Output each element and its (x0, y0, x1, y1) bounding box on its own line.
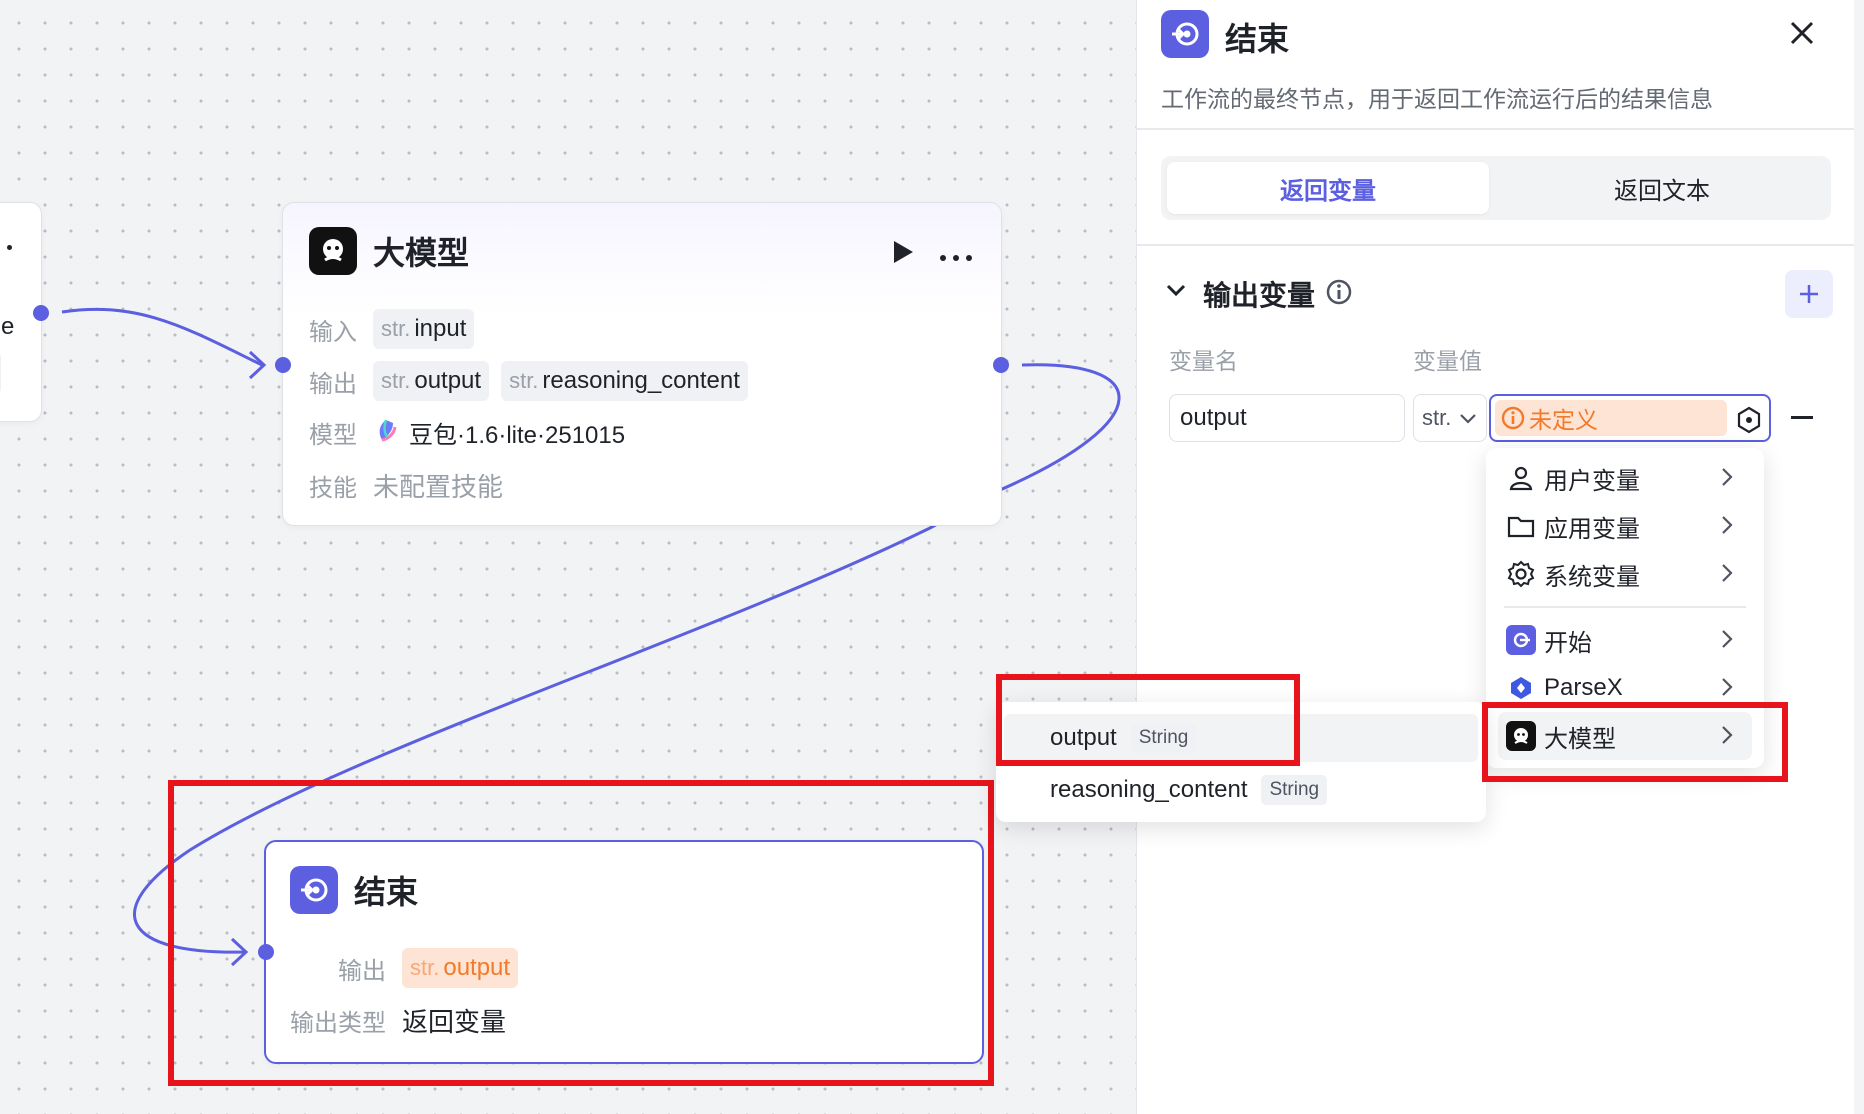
divider (1137, 244, 1854, 246)
menu-item-start-node[interactable]: 开始 (1498, 616, 1752, 664)
menu-item-label: 开始 (1544, 629, 1592, 657)
submenu-item-reasoning-content[interactable]: reasoning_content String (1004, 766, 1478, 814)
model-name: 豆包·1.6·lite·251015 (409, 422, 626, 449)
variable-type-value: str. (1422, 405, 1452, 430)
add-variable-button[interactable] (1785, 270, 1833, 318)
gear-icon (1506, 559, 1536, 589)
section-title: 输出变量 (1203, 280, 1316, 311)
info-icon[interactable] (1325, 278, 1353, 311)
reasoning-var-tag: str. reasoning_content (501, 361, 748, 401)
variable-name-input[interactable]: output (1169, 394, 1405, 442)
column-header-name: 变量名 (1169, 348, 1238, 374)
llm-node-output-port[interactable] (993, 357, 1009, 373)
menu-item-app-variables[interactable]: 应用变量 (1498, 502, 1752, 550)
return-mode-tabs: 返回变量 返回文本 (1161, 156, 1831, 220)
user-icon (1506, 463, 1536, 493)
partial-node-text: e (1, 313, 15, 340)
close-icon[interactable] (1789, 20, 1815, 51)
submenu-item-type: String (1261, 775, 1328, 805)
input-label: 输入 (309, 318, 357, 346)
output-var-tag: str. output (373, 361, 490, 401)
panel-header-icon (1161, 10, 1209, 58)
llm-node[interactable]: 大模型 输入 str. input 输出 str. output str. reaso… (282, 202, 1002, 526)
llm-node-title: 大模型 (373, 235, 470, 271)
panel-title: 结束 (1225, 21, 1290, 57)
workflow-canvas[interactable]: e 大模型 输入 str. input 输出 str. output str. rea… (0, 0, 1136, 1114)
column-header-value: 变量值 (1413, 348, 1482, 374)
undefined-label: 未定义 (1529, 407, 1598, 433)
undefined-badge: 未定义 (1495, 400, 1727, 436)
folder-icon (1506, 511, 1536, 541)
llm-node-icon (309, 227, 357, 275)
partial-node-output-port[interactable] (33, 305, 49, 321)
partial-node-tag (0, 353, 1, 393)
chevron-right-icon (1722, 678, 1733, 696)
doubao-model-icon (373, 417, 399, 448)
more-options-icon[interactable] (939, 249, 973, 267)
output-label: 输出 (309, 370, 357, 398)
tab-return-variable[interactable]: 返回变量 (1167, 162, 1489, 214)
menu-item-label: 用户变量 (1544, 467, 1640, 495)
menu-item-label: 应用变量 (1544, 515, 1640, 543)
collapse-chevron-icon[interactable] (1165, 282, 1187, 303)
warning-icon (1501, 406, 1525, 430)
model-label: 模型 (309, 422, 357, 449)
submenu-item-name: reasoning_content (1050, 776, 1248, 803)
menu-item-label: 系统变量 (1544, 563, 1640, 591)
skill-label: 技能 (309, 475, 357, 502)
run-node-button[interactable] (891, 239, 915, 270)
variable-picker-icon[interactable] (1735, 406, 1763, 439)
llm-node-input-port[interactable] (275, 357, 291, 373)
tab-return-text[interactable]: 返回文本 (1501, 162, 1823, 214)
input-var-tag: str. input (373, 309, 475, 349)
variable-value-selector[interactable]: 未定义 (1489, 394, 1771, 442)
menu-item-label: ParseX (1544, 674, 1623, 701)
menu-item-system-variables[interactable]: 系统变量 (1498, 550, 1752, 598)
chevron-down-icon (1460, 414, 1477, 424)
tab-return-variable-label: 返回变量 (1280, 177, 1376, 205)
panel-description: 工作流的最终节点，用于返回工作流运行后的结果信息 (1161, 86, 1713, 112)
variable-type-select[interactable]: str. (1413, 394, 1487, 442)
menu-item-user-variables[interactable]: 用户变量 (1498, 454, 1752, 502)
chevron-right-icon (1722, 468, 1733, 486)
chevron-right-icon (1722, 516, 1733, 534)
divider (1137, 128, 1854, 130)
highlight-box-output-option (996, 674, 1300, 766)
chevron-right-icon (1722, 630, 1733, 648)
highlight-box-end-node (168, 780, 994, 1086)
partial-node-dot (7, 245, 12, 250)
start-node-icon (1506, 625, 1536, 655)
remove-variable-button[interactable] (1791, 416, 1813, 419)
menu-divider (1504, 606, 1746, 608)
tab-return-text-label: 返回文本 (1614, 177, 1710, 205)
variable-name-value: output (1180, 404, 1247, 431)
highlight-box-llm-menu-item (1482, 702, 1788, 782)
parsex-icon (1506, 673, 1536, 703)
chevron-right-icon (1722, 564, 1733, 582)
skill-value: 未配置技能 (373, 472, 504, 502)
